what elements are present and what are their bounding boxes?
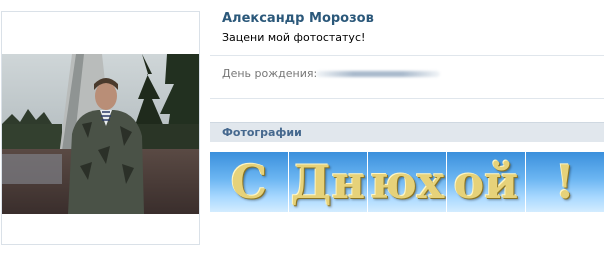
birthday-value-blurred: [316, 71, 440, 77]
divider: [210, 55, 604, 56]
birthday-label: День рождения:: [222, 67, 318, 80]
profile-avatar[interactable]: [1, 11, 200, 245]
photo-thumbnail[interactable]: юх: [368, 152, 446, 212]
photo-thumbnail[interactable]: !: [526, 152, 604, 212]
thumbnail-glyph: С: [230, 155, 268, 209]
thumbnail-glyph: юх: [369, 155, 445, 209]
thumbnail-glyph: Дн: [290, 155, 366, 209]
profile-status[interactable]: Зацени мой фотостатус!: [222, 31, 365, 44]
photo-thumbnail[interactable]: С: [210, 152, 288, 212]
photos-section-header[interactable]: Фотографии: [210, 122, 604, 142]
photo-thumbnail[interactable]: Дн: [289, 152, 367, 212]
thumbnail-glyph: ой: [453, 155, 519, 209]
photo-thumbnail[interactable]: ой: [447, 152, 525, 212]
photo-strip: С Дн юх ой !: [210, 152, 604, 212]
thumbnail-glyph: !: [554, 155, 576, 209]
profile-name[interactable]: Александр Морозов: [222, 11, 374, 26]
photos-section-title[interactable]: Фотографии: [222, 126, 302, 139]
avatar-photo[interactable]: [2, 54, 199, 214]
divider: [210, 98, 604, 99]
